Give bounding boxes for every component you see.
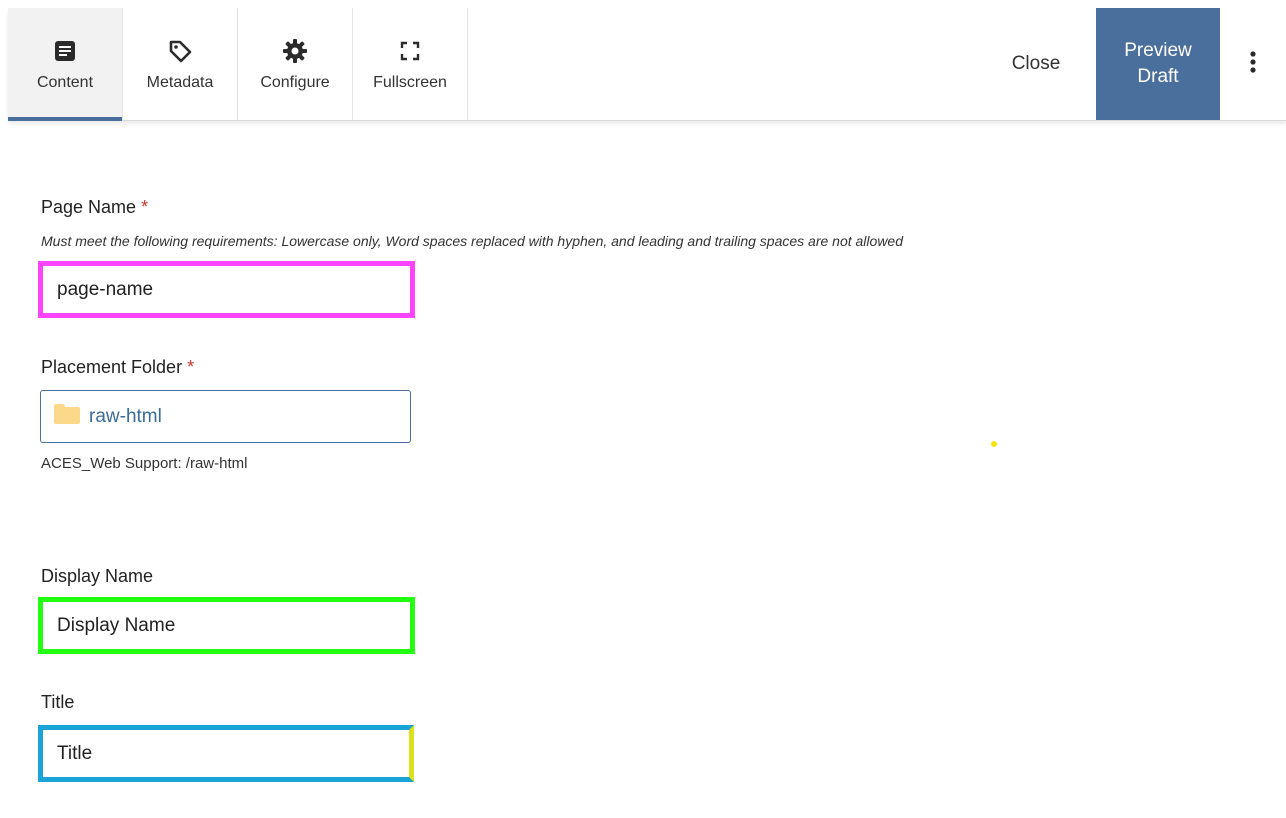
- required-asterisk: *: [187, 357, 195, 377]
- tab-content[interactable]: Content: [8, 8, 123, 121]
- page-name-label-text: Page Name: [41, 197, 137, 217]
- tag-icon: [167, 38, 193, 64]
- cursor-dot: [991, 441, 997, 447]
- editor-toolbar: Content Metadata Configure Fullscreen Cl…: [8, 8, 1286, 121]
- tab-fullscreen-label: Fullscreen: [373, 74, 447, 91]
- placement-folder-label-text: Placement Folder: [41, 357, 183, 377]
- placement-folder-path: ACES_Web Support: /raw-html: [41, 455, 248, 472]
- tab-configure-label: Configure: [260, 74, 330, 91]
- gear-icon: [282, 38, 308, 64]
- document-icon: [52, 38, 78, 64]
- tab-metadata[interactable]: Metadata: [123, 8, 238, 120]
- vertical-dots-icon: [1249, 50, 1257, 79]
- title-label: Title: [41, 692, 75, 712]
- page-name-input[interactable]: page-name: [38, 261, 415, 318]
- folder-icon: [53, 403, 81, 430]
- close-button[interactable]: Close: [976, 8, 1096, 120]
- tab-configure[interactable]: Configure: [238, 8, 353, 120]
- fullscreen-icon: [397, 38, 423, 64]
- placement-folder-picker[interactable]: raw-html: [40, 390, 411, 443]
- placement-folder-name: raw-html: [89, 405, 162, 427]
- placement-folder-label: Placement Folder *: [41, 357, 194, 378]
- more-options-button[interactable]: [1220, 8, 1286, 120]
- preview-draft-button[interactable]: Preview Draft: [1096, 8, 1220, 120]
- display-name-input[interactable]: Display Name: [38, 597, 415, 654]
- page-name-hint: Must meet the following requirements: Lo…: [41, 233, 903, 249]
- required-asterisk: *: [141, 197, 149, 217]
- display-name-label: Display Name: [41, 566, 154, 586]
- tab-content-label: Content: [36, 74, 94, 91]
- page-name-label: Page Name *: [41, 197, 148, 218]
- title-input[interactable]: Title: [38, 725, 414, 782]
- tab-metadata-label: Metadata: [146, 74, 214, 91]
- tab-fullscreen[interactable]: Fullscreen: [353, 8, 468, 120]
